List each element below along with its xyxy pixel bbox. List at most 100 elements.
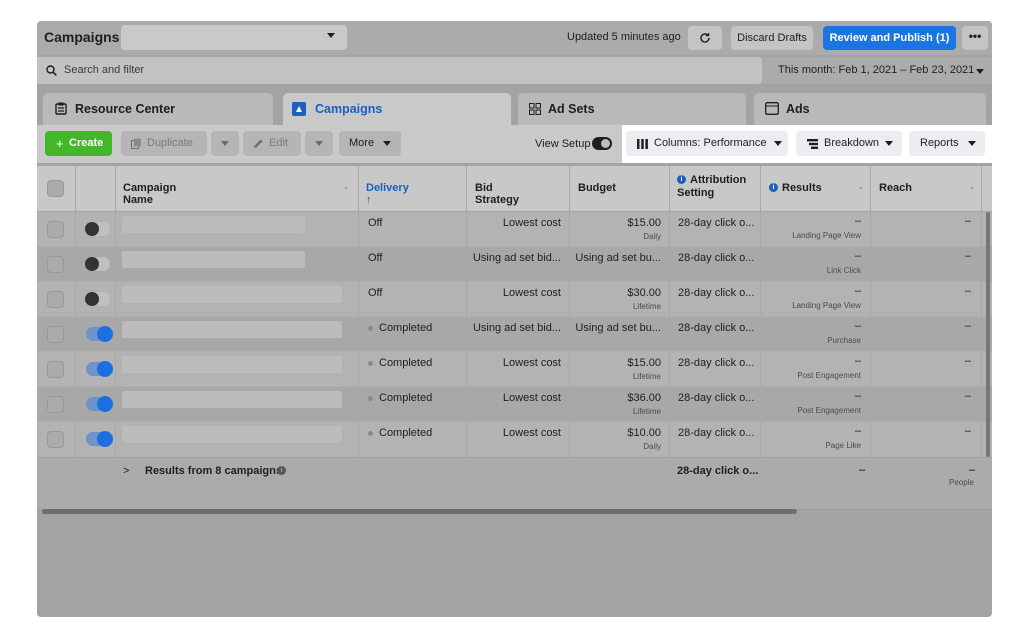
- campaign-name-placeholder[interactable]: [122, 216, 305, 233]
- refresh-button[interactable]: [688, 26, 722, 50]
- results-cell: –: [854, 285, 861, 297]
- row-checkbox[interactable]: [47, 256, 64, 273]
- table-row[interactable]: Completed Using ad set bid... Using ad set…: [37, 317, 992, 352]
- status-dot-icon: [368, 360, 373, 366]
- columns-performance-button[interactable]: Columns: Performance: [626, 131, 788, 156]
- view-setup-toggle[interactable]: [592, 137, 612, 150]
- results-cell: –: [854, 250, 861, 262]
- results-cell: –: [854, 215, 861, 227]
- campaign-name-placeholder[interactable]: [122, 251, 305, 268]
- ads-manager-window: Campaigns Updated 5 minutes ago Discard …: [37, 21, 992, 617]
- create-button[interactable]: + Create: [45, 131, 112, 156]
- campaign-name-placeholder[interactable]: [122, 286, 342, 303]
- reach-cell: –: [964, 390, 971, 402]
- reports-button[interactable]: Reports: [909, 131, 985, 156]
- column-divider: [669, 166, 670, 510]
- edit-dropdown-button[interactable]: [305, 131, 333, 156]
- delivery-status: Completed: [368, 427, 432, 439]
- delivery-status: Off: [368, 252, 383, 264]
- select-all-checkbox[interactable]: [47, 180, 64, 197]
- date-range-picker[interactable]: This month: Feb 1, 2021 – Feb 23, 2021: [778, 64, 974, 76]
- more-options-button[interactable]: •••: [962, 26, 988, 50]
- result-type: Landing Page View: [792, 231, 861, 240]
- sort-icon[interactable]: ⌄: [343, 183, 349, 191]
- campaign-toggle[interactable]: [85, 222, 110, 236]
- search-icon: [46, 65, 57, 76]
- chevron-down-icon: [315, 140, 323, 146]
- campaign-selector-dropdown[interactable]: [121, 25, 347, 50]
- row-checkbox[interactable]: [47, 396, 64, 413]
- expand-chevron-icon[interactable]: >: [123, 465, 129, 477]
- table-row[interactable]: Off Lowest cost $15.00 Daily 28-day click o.…: [37, 212, 992, 247]
- campaign-name-placeholder[interactable]: [122, 426, 342, 443]
- row-checkbox[interactable]: [47, 361, 64, 378]
- attribution-cell: 28-day click o...: [678, 322, 755, 334]
- column-divider: [466, 166, 467, 458]
- tab-label: Campaigns: [315, 102, 383, 116]
- sort-icon[interactable]: ⌄: [969, 183, 975, 191]
- edit-button[interactable]: Edit: [243, 131, 301, 156]
- horizontal-scrollbar[interactable]: [42, 509, 797, 514]
- duplicate-icon: [131, 138, 141, 149]
- delivery-status: Completed: [368, 392, 432, 404]
- info-icon: i: [769, 183, 778, 192]
- discard-drafts-button[interactable]: Discard Drafts: [731, 26, 813, 50]
- campaign-toggle[interactable]: [85, 292, 110, 306]
- row-checkbox[interactable]: [47, 326, 64, 343]
- vertical-scrollbar[interactable]: [986, 212, 990, 457]
- chevron-down-icon[interactable]: [976, 69, 984, 74]
- breakdown-icon: [807, 139, 818, 149]
- reach-cell: –: [964, 285, 971, 297]
- result-type: Purchase: [827, 336, 861, 345]
- bid-strategy-cell: Lowest cost: [502, 217, 561, 229]
- campaign-toggle[interactable]: [85, 257, 110, 271]
- campaign-name-placeholder[interactable]: [122, 321, 342, 338]
- row-checkbox[interactable]: [47, 431, 64, 448]
- tab-campaigns[interactable]: Campaigns: [283, 93, 511, 125]
- budget-type: Daily: [643, 442, 661, 451]
- column-divider: [870, 166, 871, 510]
- table-row[interactable]: Off Lowest cost $30.00 Lifetime 28-day click…: [37, 282, 992, 317]
- table-row[interactable]: Off Using ad set bid... Using ad set bu...…: [37, 247, 992, 282]
- campaign-toggle[interactable]: [86, 326, 113, 342]
- table-row[interactable]: Completed Lowest cost $15.00 Lifetime 28-day…: [37, 352, 992, 387]
- budget-cell: Using ad set bu...: [575, 252, 661, 264]
- tab-ad-sets[interactable]: Ad Sets: [518, 93, 746, 125]
- attribution-cell: 28-day click o...: [678, 217, 755, 229]
- table-row[interactable]: Completed Lowest cost $10.00 Daily 28-day cl…: [37, 422, 992, 457]
- breakdown-button[interactable]: Breakdown: [796, 131, 902, 156]
- bid-strategy-cell: Lowest cost: [502, 427, 561, 439]
- campaign-toggle[interactable]: [86, 431, 113, 447]
- table-header: Campaign Name ⌄ Delivery ↑ Bid Strategy …: [37, 166, 992, 212]
- reach-cell: –: [964, 425, 971, 437]
- budget-cell: $36.00: [627, 392, 661, 404]
- campaign-toggle[interactable]: [86, 396, 113, 412]
- campaign-name-placeholder[interactable]: [122, 356, 342, 373]
- campaign-toggle[interactable]: [86, 361, 113, 377]
- campaign-name-placeholder[interactable]: [122, 391, 342, 408]
- row-checkbox[interactable]: [47, 221, 64, 238]
- sort-icon[interactable]: ⌄: [858, 183, 864, 191]
- column-divider: [115, 166, 116, 510]
- budget-type: Lifetime: [632, 372, 661, 381]
- table-row[interactable]: Completed Lowest cost $36.00 Lifetime 28-day…: [37, 387, 992, 422]
- summary-label: Results from 8 campaigns: [145, 465, 282, 477]
- review-publish-button[interactable]: Review and Publish (1): [823, 26, 956, 50]
- ad-sets-grid-icon: [529, 103, 541, 115]
- results-cell: –: [854, 355, 861, 367]
- duplicate-button[interactable]: Duplicate: [121, 131, 207, 156]
- tab-resource-center[interactable]: Resource Center: [43, 93, 273, 125]
- bid-strategy-cell: Lowest cost: [502, 287, 561, 299]
- duplicate-dropdown-button[interactable]: [211, 131, 239, 156]
- more-button[interactable]: More: [339, 131, 401, 156]
- budget-type: Lifetime: [632, 407, 661, 416]
- chevron-down-icon: [968, 141, 976, 146]
- chevron-down-icon: [885, 141, 893, 146]
- chevron-down-icon: [774, 141, 782, 146]
- tab-ads[interactable]: Ads: [754, 93, 986, 125]
- summary-attribution: 28-day click o...: [677, 465, 759, 477]
- row-checkbox[interactable]: [47, 291, 64, 308]
- search-filter-bar: Search and filter This month: Feb 1, 202…: [37, 57, 992, 84]
- result-type: Page Like: [825, 441, 861, 450]
- search-input[interactable]: Search and filter: [37, 57, 762, 84]
